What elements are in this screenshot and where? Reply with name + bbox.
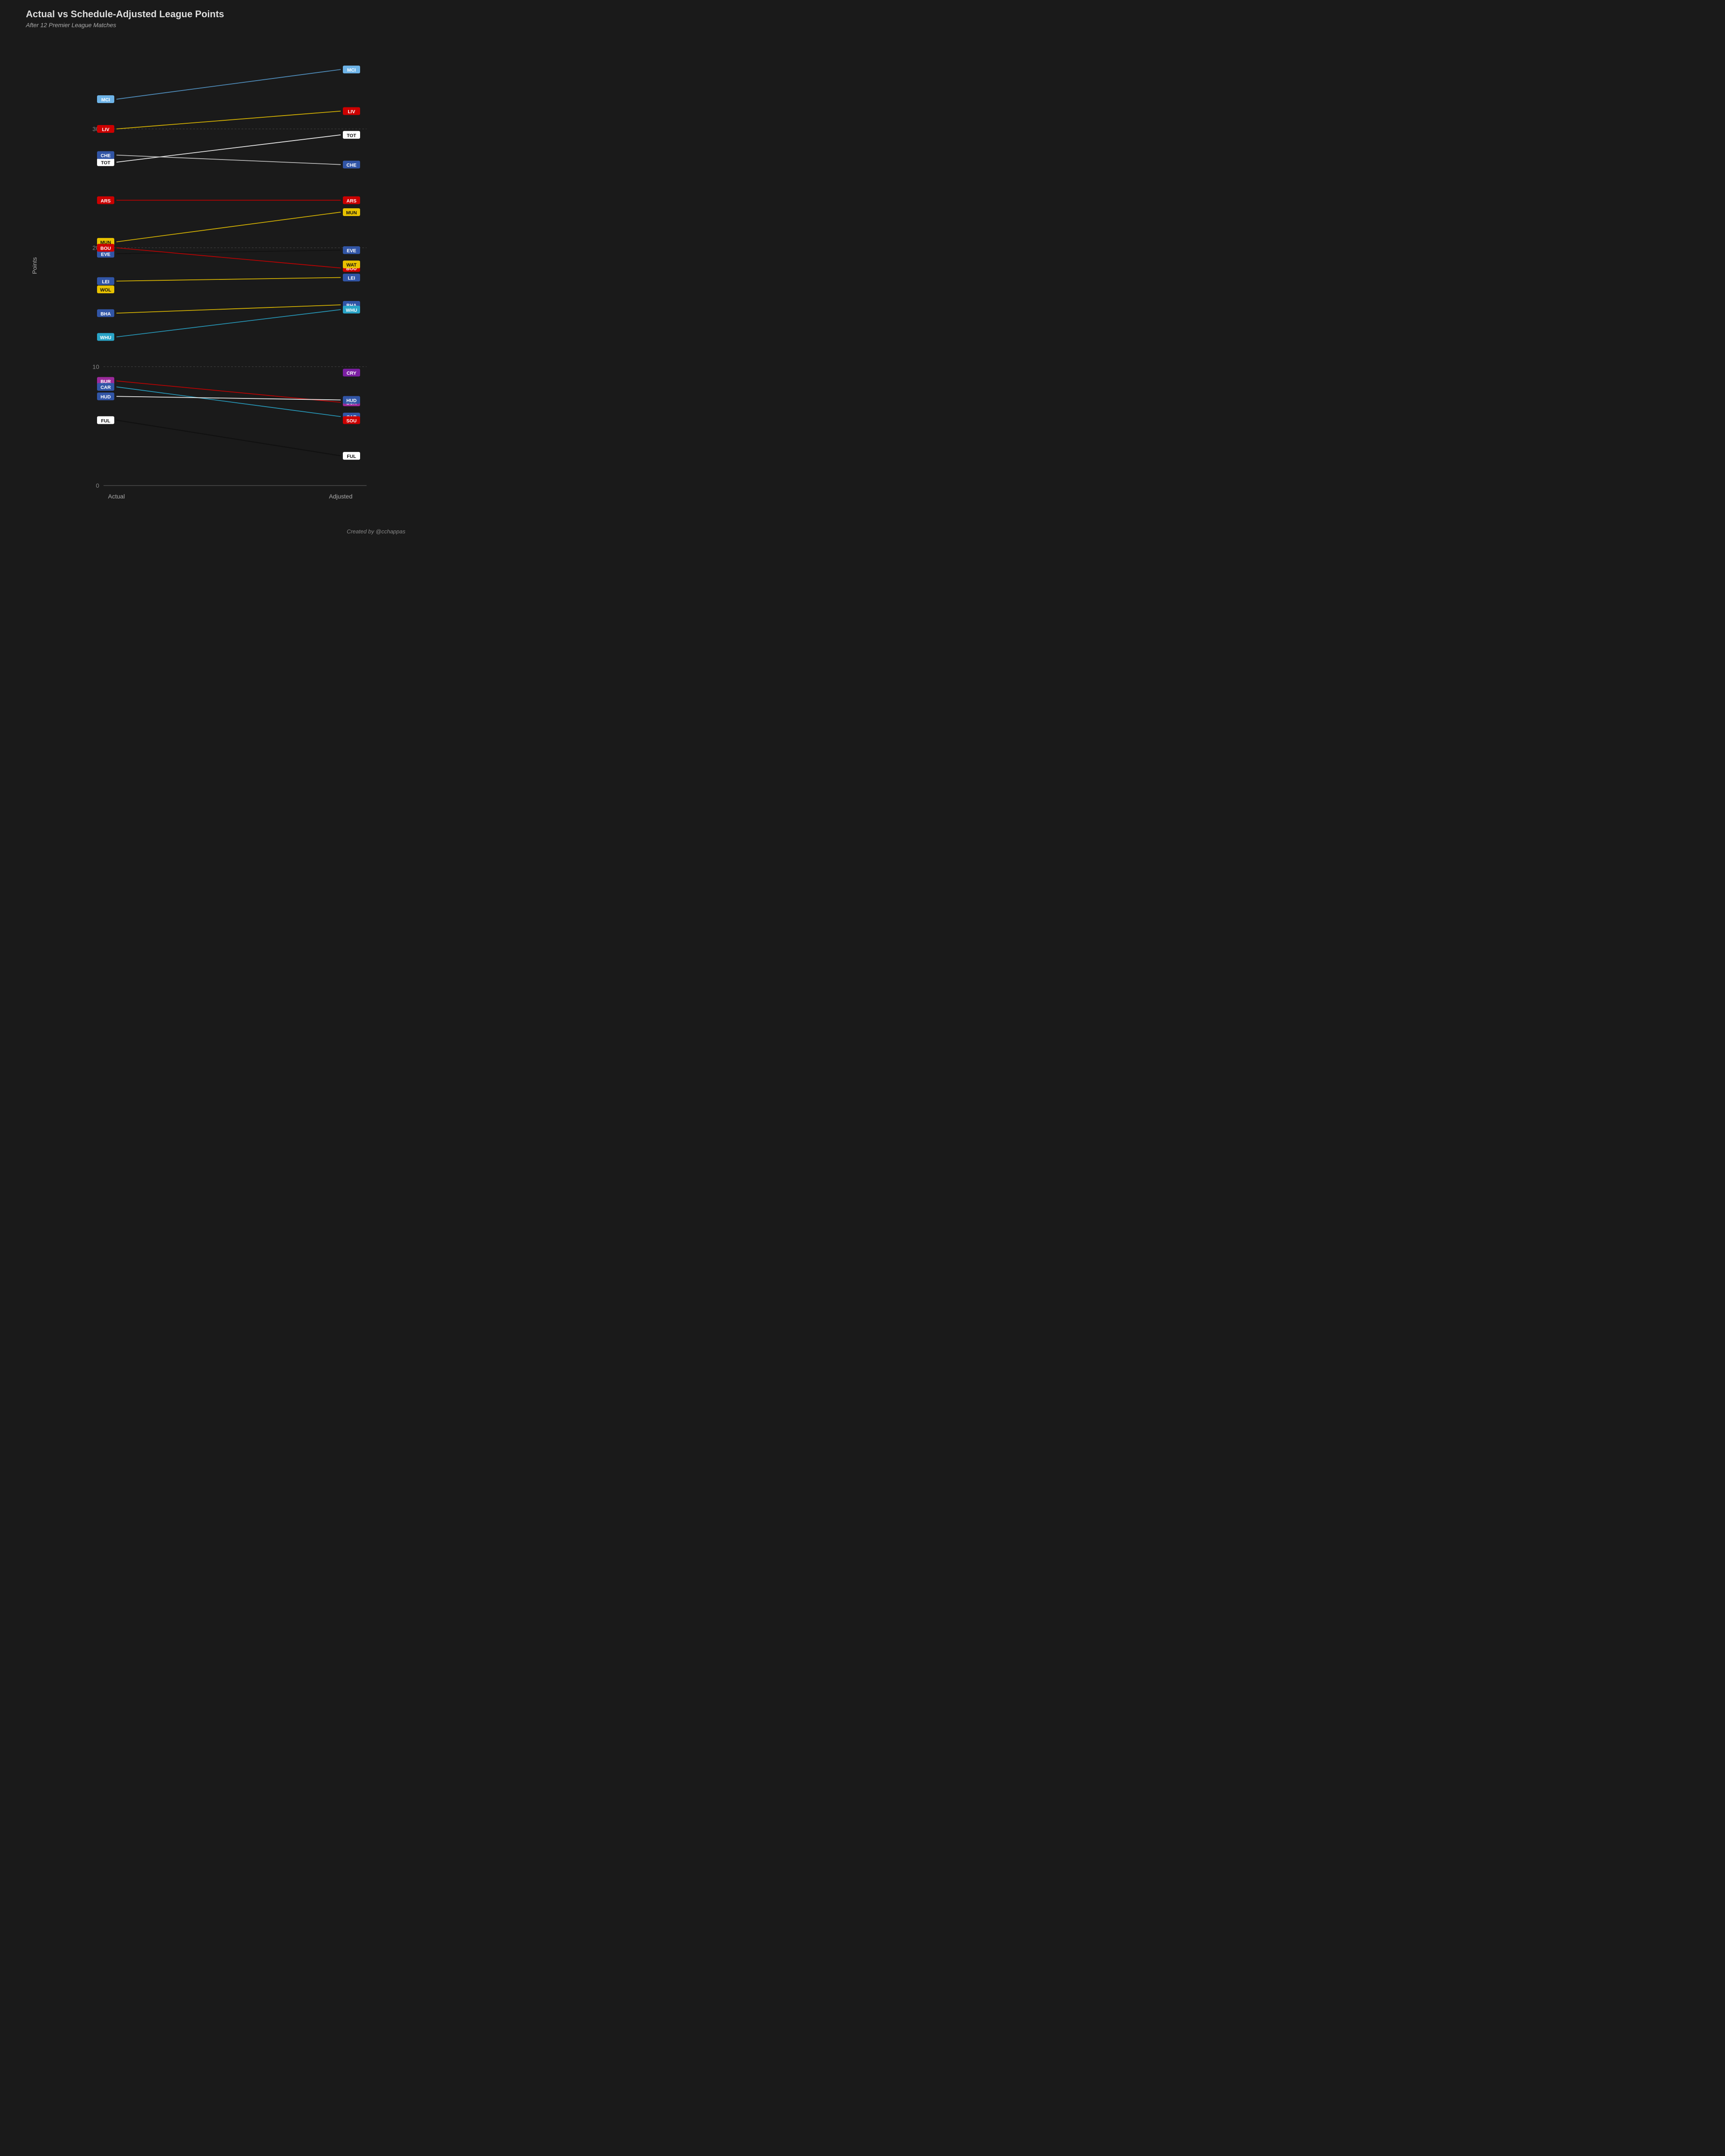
svg-text:EVE: EVE: [101, 252, 110, 257]
chart-container: Actual vs Schedule-Adjusted League Point…: [0, 0, 414, 539]
chart-title: Actual vs Schedule-Adjusted League Point…: [26, 9, 405, 20]
svg-text:BHA: BHA: [100, 311, 111, 317]
svg-text:Points: Points: [31, 257, 38, 274]
svg-text:MCI: MCI: [347, 68, 356, 73]
svg-text:HUD: HUD: [100, 395, 111, 400]
svg-text:CAR: CAR: [100, 385, 111, 390]
svg-text:TOT: TOT: [347, 133, 356, 138]
svg-text:WHU: WHU: [100, 335, 111, 340]
svg-text:CRY: CRY: [347, 371, 357, 376]
svg-text:HUD: HUD: [346, 398, 357, 404]
svg-text:10: 10: [92, 363, 99, 370]
svg-text:BOU: BOU: [100, 246, 111, 251]
svg-text:ARS: ARS: [100, 198, 110, 204]
svg-text:EVE: EVE: [347, 248, 356, 254]
svg-text:Actual: Actual: [108, 493, 125, 500]
svg-text:LEI: LEI: [102, 279, 109, 285]
svg-text:LEI: LEI: [348, 276, 355, 281]
chart-svg: 0102030MCILIVTOTCHEARSMUNEVEBOULEIWOLBHA…: [26, 37, 405, 503]
svg-text:LIV: LIV: [102, 127, 110, 132]
svg-text:WAT: WAT: [346, 263, 357, 268]
svg-text:WOL: WOL: [100, 288, 111, 293]
svg-text:WHU: WHU: [346, 308, 357, 313]
svg-text:ARS: ARS: [346, 198, 356, 204]
credit-text: Created by @cchappas: [347, 528, 405, 535]
svg-text:FUL: FUL: [347, 454, 356, 459]
svg-text:CHE: CHE: [100, 154, 110, 159]
svg-text:CHE: CHE: [346, 163, 356, 168]
svg-text:Adjusted: Adjusted: [329, 493, 352, 500]
svg-text:SOU: SOU: [346, 418, 357, 423]
svg-text:LIV: LIV: [348, 110, 355, 115]
svg-text:MCI: MCI: [101, 97, 110, 103]
svg-text:MUN: MUN: [346, 210, 357, 216]
svg-text:0: 0: [96, 482, 99, 489]
chart-subtitle: After 12 Premier League Matches: [26, 22, 405, 28]
svg-text:FUL: FUL: [101, 418, 110, 423]
svg-text:TOT: TOT: [101, 160, 110, 166]
plot-area: Points 0102030MCILIVTOTCHEARSMUNEVEBOULE…: [26, 37, 405, 503]
